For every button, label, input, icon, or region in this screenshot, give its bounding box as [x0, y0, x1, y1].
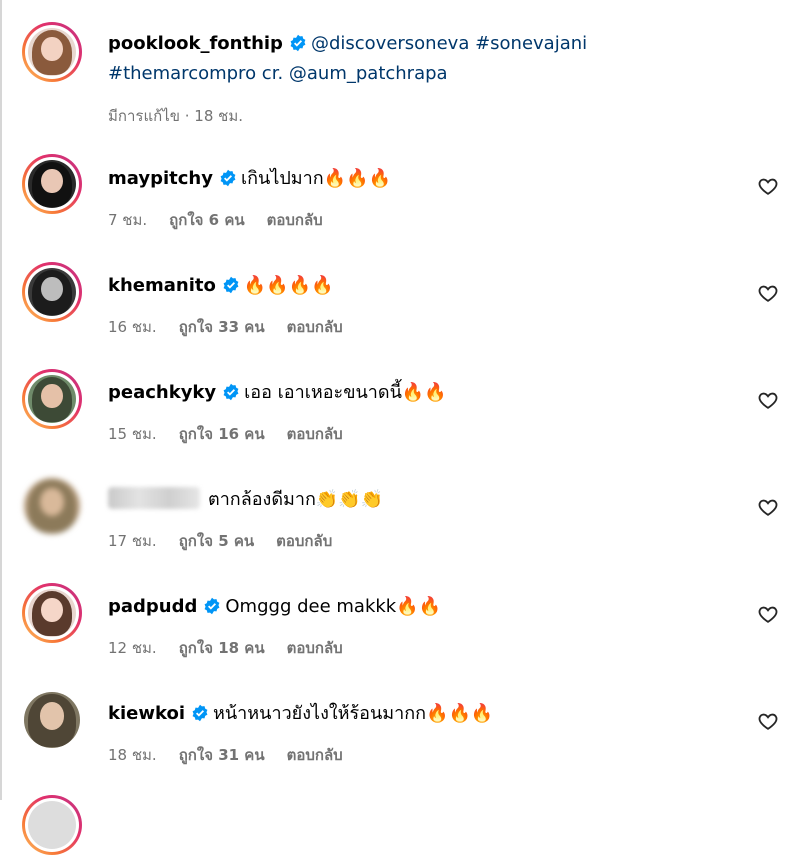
- verified-badge-icon: [204, 597, 220, 615]
- comment-likes[interactable]: ถูกใจ 31 คน: [179, 746, 265, 764]
- reply-button[interactable]: ตอบกลับ: [287, 425, 343, 443]
- comment-text: เออ เอาเหอะขนาดนี้🔥🔥: [244, 382, 447, 403]
- comment-likes[interactable]: ถูกใจ 33 คน: [179, 318, 265, 336]
- heart-outline-icon[interactable]: [757, 603, 779, 625]
- comment-text: ตากล้องดีมาก👏👏👏: [208, 489, 384, 510]
- heart-outline-icon[interactable]: [757, 282, 779, 304]
- comment-time: 16 ชม.: [108, 318, 157, 336]
- post-author-avatar[interactable]: [22, 22, 82, 82]
- heart-outline-icon[interactable]: [757, 389, 779, 411]
- caption-mentions[interactable]: @discoversoneva #sonevajani: [311, 33, 587, 54]
- comment-likes[interactable]: ถูกใจ 16 คน: [179, 425, 265, 443]
- commenter-username[interactable]: maypitchy: [108, 168, 213, 189]
- comment-time: 7 ชม.: [108, 211, 148, 229]
- comment-text: Omggg dee makkk🔥🔥: [225, 596, 442, 617]
- commenter-avatar[interactable]: [22, 369, 82, 429]
- comment-time: 18 ชม.: [108, 746, 157, 764]
- verified-badge-icon: [223, 276, 239, 294]
- comment-likes[interactable]: ถูกใจ 18 คน: [179, 639, 265, 657]
- heart-outline-icon[interactable]: [757, 710, 779, 732]
- post-edited-time: มีการแก้ไข · 18 ชม.: [108, 107, 243, 125]
- reply-button[interactable]: ตอบกลับ: [267, 211, 323, 229]
- post-meta: มีการแก้ไข · 18 ชม.: [108, 104, 265, 128]
- comment-text: 🔥🔥🔥🔥: [243, 275, 334, 296]
- commenter-avatar[interactable]: [22, 476, 82, 536]
- comment-likes[interactable]: ถูกใจ 5 คน: [179, 532, 254, 550]
- comment-likes[interactable]: ถูกใจ 6 คน: [169, 211, 244, 229]
- comment-text: หน้าหนาวยังไงให้ร้อนมากก🔥🔥🔥: [213, 703, 494, 724]
- blurred-username[interactable]: [108, 487, 200, 509]
- caption-tags[interactable]: #themarcompro cr. @aum_patchrapa: [108, 63, 448, 84]
- reply-button[interactable]: ตอบกลับ: [287, 318, 343, 336]
- comment-time: 12 ชม.: [108, 639, 157, 657]
- verified-badge-icon: [223, 383, 239, 401]
- next-commenter-avatar[interactable]: [22, 795, 82, 855]
- commenter-username[interactable]: kiewkoi: [108, 703, 185, 724]
- reply-button[interactable]: ตอบกลับ: [287, 746, 343, 764]
- heart-outline-icon[interactable]: [757, 496, 779, 518]
- comment-text: เกินไปมาก🔥🔥🔥: [240, 168, 391, 189]
- commenter-username[interactable]: peachkyky: [108, 382, 216, 403]
- heart-outline-icon[interactable]: [757, 175, 779, 197]
- commenter-username[interactable]: padpudd: [108, 596, 197, 617]
- left-edge-divider: [0, 0, 2, 800]
- comment-time: 15 ชม.: [108, 425, 157, 443]
- reply-button[interactable]: ตอบกลับ: [287, 639, 343, 657]
- commenter-avatar[interactable]: [22, 262, 82, 322]
- commenter-avatar[interactable]: [22, 154, 82, 214]
- post-author-username[interactable]: pooklook_fonthip: [108, 33, 283, 54]
- verified-badge-icon: [290, 34, 306, 52]
- commenter-username[interactable]: khemanito: [108, 275, 216, 296]
- verified-badge-icon: [192, 704, 208, 722]
- comment-time: 17 ชม.: [108, 532, 157, 550]
- commenter-avatar[interactable]: [22, 690, 82, 750]
- commenter-avatar[interactable]: [22, 583, 82, 643]
- verified-badge-icon: [220, 169, 236, 187]
- reply-button[interactable]: ตอบกลับ: [276, 532, 332, 550]
